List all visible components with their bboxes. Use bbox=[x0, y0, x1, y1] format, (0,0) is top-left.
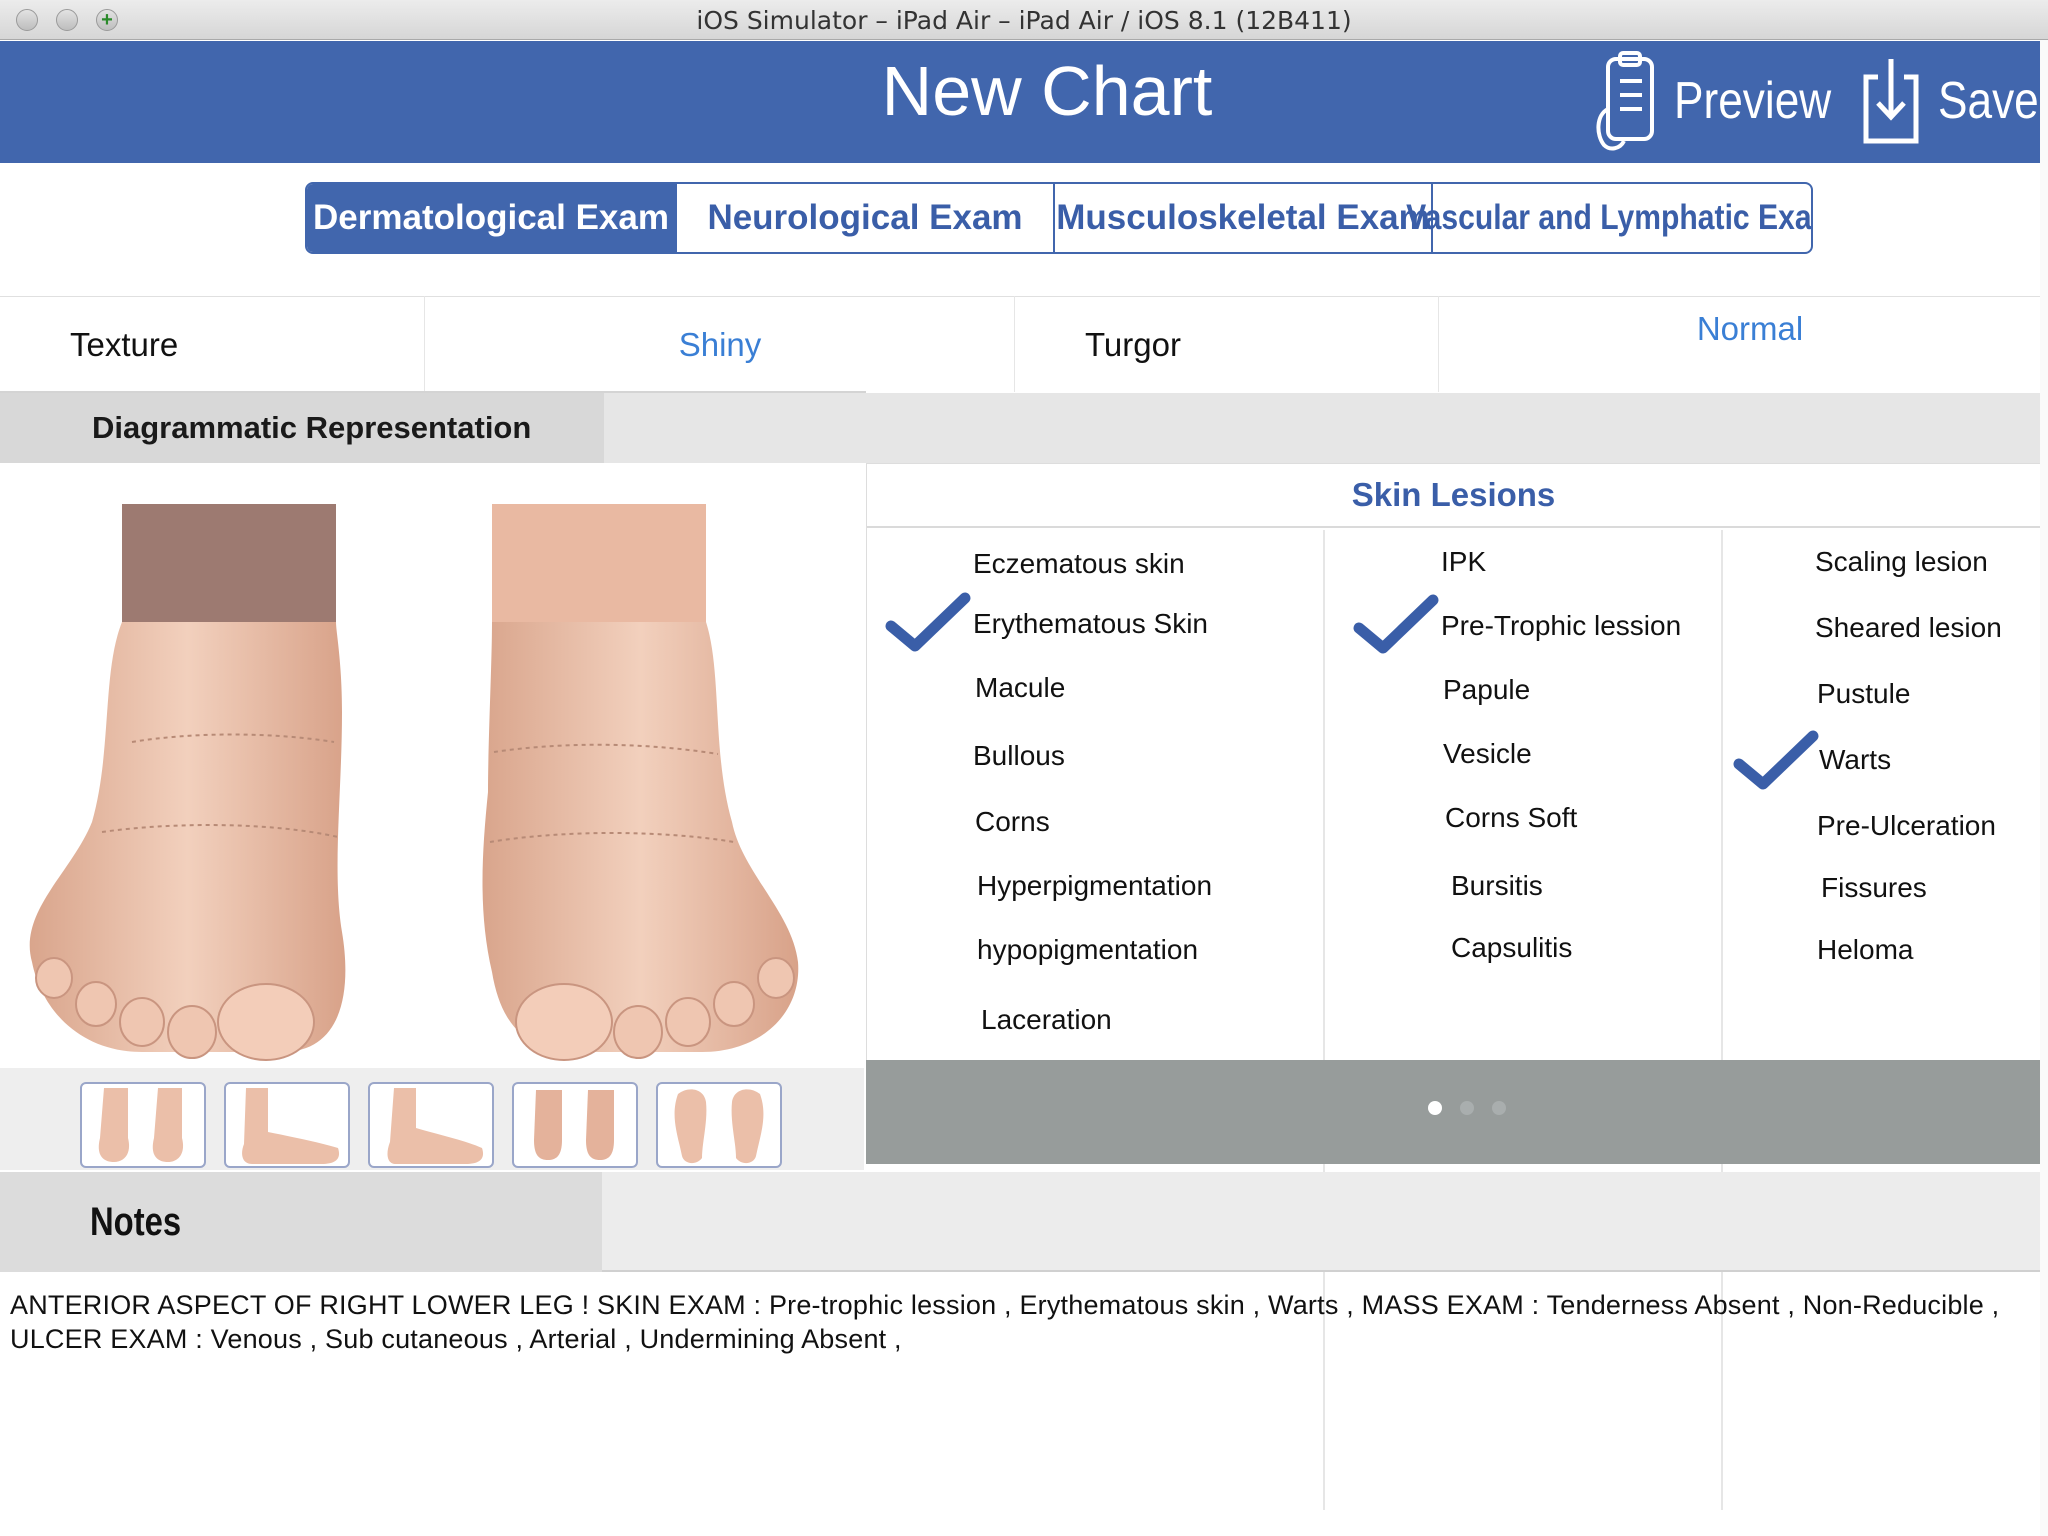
window-title: iOS Simulator – iPad Air – iPad Air / iO… bbox=[696, 6, 1352, 35]
preview-button[interactable]: Preview bbox=[1594, 47, 1859, 155]
divider bbox=[1014, 296, 1015, 392]
page-dot-3[interactable] bbox=[1492, 1101, 1506, 1115]
lesion-macule[interactable]: Macule bbox=[975, 672, 1065, 704]
thumbnail-front-view[interactable] bbox=[80, 1082, 206, 1168]
lesion-capsulitis[interactable]: Capsulitis bbox=[1451, 932, 1572, 964]
divider bbox=[1438, 296, 1439, 392]
page-dot-1[interactable] bbox=[1428, 1101, 1442, 1115]
lesion-fissures[interactable]: Fissures bbox=[1821, 872, 1927, 904]
lesion-laceration[interactable]: Laceration bbox=[981, 1004, 1112, 1036]
foot-diagram[interactable] bbox=[22, 492, 808, 1068]
lesion-pre-trophic[interactable]: Pre-Trophic lession bbox=[1441, 610, 1681, 642]
column-divider bbox=[1323, 530, 1325, 1510]
save-label: Save bbox=[1938, 72, 2039, 130]
skin-lesions-panel: Skin Lesions Eczematous skin Erythematou… bbox=[866, 463, 2040, 1510]
lesion-papule[interactable]: Papule bbox=[1443, 674, 1530, 706]
skin-lesions-title: Skin Lesions bbox=[867, 464, 2040, 528]
notes-textarea[interactable]: ANTERIOR ASPECT OF RIGHT LOWER LEG ! SKI… bbox=[10, 1288, 2020, 1356]
checkmark-icon bbox=[885, 592, 971, 652]
lesion-bullous[interactable]: Bullous bbox=[973, 740, 1065, 772]
turgor-value[interactable]: Normal bbox=[1440, 281, 2048, 377]
notes-section-header: Notes bbox=[0, 1172, 2040, 1272]
thumbnail-back-view[interactable] bbox=[512, 1082, 638, 1168]
preview-label: Preview bbox=[1674, 72, 1832, 130]
column-divider bbox=[1721, 530, 1723, 1510]
window-edge bbox=[2040, 40, 2048, 1536]
divider bbox=[424, 296, 425, 392]
lesion-corns[interactable]: Corns bbox=[975, 806, 1050, 838]
lesion-sheared[interactable]: Sheared lesion bbox=[1815, 612, 2002, 644]
lesion-bursitis[interactable]: Bursitis bbox=[1451, 870, 1543, 902]
view-thumbnails bbox=[0, 1068, 864, 1170]
thumbnail-medial-view[interactable] bbox=[368, 1082, 494, 1168]
page-dot-2[interactable] bbox=[1460, 1101, 1474, 1115]
feet-illustration bbox=[29, 504, 799, 1061]
thumbnail-sole-view[interactable] bbox=[656, 1082, 782, 1168]
lesion-pustule[interactable]: Pustule bbox=[1817, 678, 1910, 710]
texture-turgor-row: Texture Shiny Turgor Normal bbox=[0, 296, 2040, 392]
lesion-hyperpigmentation[interactable]: Hyperpigmentation bbox=[977, 870, 1212, 902]
lesion-heloma[interactable]: Heloma bbox=[1817, 934, 1913, 966]
lesion-pre-ulceration[interactable]: Pre-Ulceration bbox=[1817, 810, 1996, 842]
lesion-erythematous-skin[interactable]: Erythematous Skin bbox=[973, 608, 1208, 640]
tab-musculoskeletal-exam[interactable]: Musculoskeletal Exam bbox=[1055, 184, 1433, 252]
diagram-section-header: Diagrammatic Representation bbox=[0, 393, 2040, 463]
window-title-bar: + iOS Simulator – iPad Air – iPad Air / … bbox=[0, 0, 2048, 40]
lesion-hypopigmentation[interactable]: hypopigmentation bbox=[977, 934, 1198, 966]
lesion-eczematous-skin[interactable]: Eczematous skin bbox=[973, 548, 1185, 580]
texture-label: Texture bbox=[70, 326, 179, 363]
checkmark-icon bbox=[1353, 594, 1439, 654]
tab-dermatological-exam[interactable]: Dermatological Exam bbox=[307, 184, 677, 252]
diagram-section-title: Diagrammatic Representation bbox=[0, 393, 604, 463]
lesion-corns-soft[interactable]: Corns Soft bbox=[1445, 802, 1577, 834]
lesion-warts[interactable]: Warts bbox=[1819, 744, 1891, 776]
notes-title: Notes bbox=[0, 1172, 602, 1272]
tab-vascular-label: Vascular and Lymphatic Exam bbox=[1405, 198, 1813, 237]
lesion-scaling[interactable]: Scaling lesion bbox=[1815, 546, 1988, 578]
navigation-bar: New Chart Preview Save bbox=[0, 41, 2040, 163]
tab-neurological-exam[interactable]: Neurological Exam bbox=[677, 184, 1055, 252]
notes-label: Notes bbox=[90, 1199, 182, 1244]
thumbnail-side-view[interactable] bbox=[224, 1082, 350, 1168]
download-icon bbox=[1863, 59, 1919, 144]
lesion-vesicle[interactable]: Vesicle bbox=[1443, 738, 1532, 770]
checkmark-icon bbox=[1733, 730, 1819, 790]
clipboard-icon bbox=[1596, 51, 1654, 151]
lesion-ipk[interactable]: IPK bbox=[1441, 546, 1486, 578]
exam-tabs: Dermatological Exam Neurological Exam Mu… bbox=[305, 182, 1813, 254]
turgor-label: Turgor bbox=[1085, 326, 1181, 363]
save-button[interactable]: Save bbox=[1860, 47, 2048, 155]
lesions-page-control[interactable] bbox=[866, 1060, 2040, 1164]
texture-value[interactable]: Shiny bbox=[425, 297, 1015, 393]
tab-vascular-lymphatic-exam[interactable]: Vascular and Lymphatic Exam bbox=[1406, 184, 1811, 252]
